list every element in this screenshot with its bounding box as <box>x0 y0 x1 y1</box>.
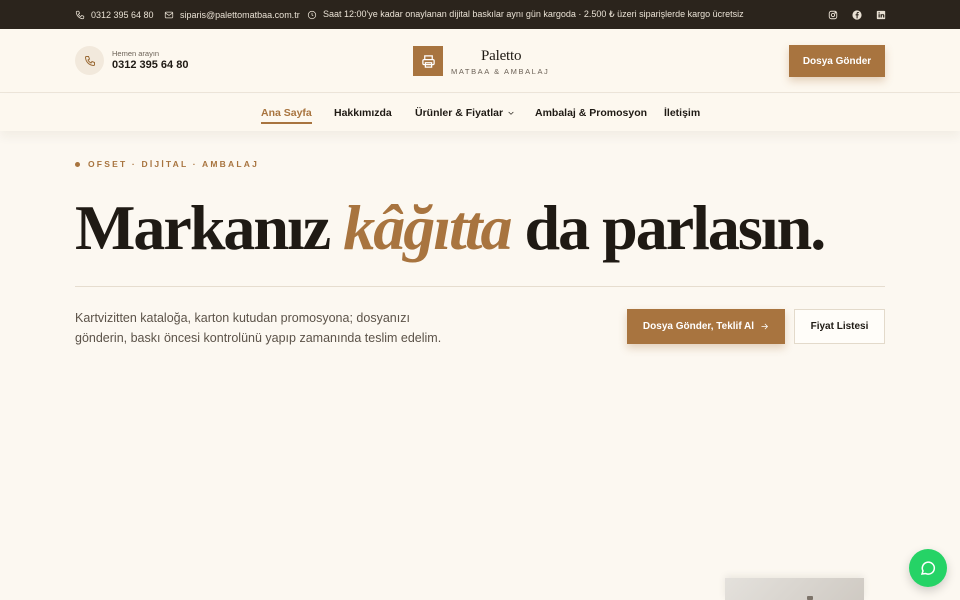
chat-bubble-icon <box>920 561 936 575</box>
main-navigation: Ana Sayfa Hakkımızda Ürünler & Fiyatlar … <box>0 94 960 131</box>
printer-icon <box>421 54 435 68</box>
nav-item-products[interactable]: Ürünler & Fiyatlar <box>415 94 515 131</box>
topbar-email[interactable]: siparis@palettomatbaa.com.tr <box>164 0 300 29</box>
logo-tagline: MATBAA & AMBALAJ <box>451 67 550 76</box>
button-label: Dosya Gönder, Teklif Al <box>642 321 755 332</box>
linkedin-icon[interactable] <box>876 10 886 20</box>
topbar-notice-text: Saat 12:00'ye kadar onaylanan dijital ba… <box>323 9 744 19</box>
top-info-bar: 0312 395 64 80 siparis@palettomatbaa.com… <box>0 0 960 29</box>
headline-part: da parlasın. <box>510 192 827 263</box>
hero-divider <box>75 286 885 287</box>
headline-part: Markanız <box>75 192 344 263</box>
hero-headline: Markanız kâğıtta da parlasın. <box>75 188 827 268</box>
chevron-down-icon <box>508 111 514 115</box>
hero-eyebrow: OFSET · DİJİTAL · AMBALAJ <box>75 159 259 169</box>
topbar-phone-text: 0312 395 64 80 <box>91 9 154 20</box>
image-detail <box>807 596 813 600</box>
call-number[interactable]: 0312 395 64 80 <box>112 59 188 71</box>
whatsapp-chat-button[interactable] <box>909 549 947 587</box>
phone-icon <box>84 55 95 66</box>
nav-item-about[interactable]: Hakkımızda <box>334 94 392 131</box>
price-list-button[interactable]: Fiyat Listesi <box>794 309 885 344</box>
arrow-right-icon <box>761 323 769 330</box>
logo-mark[interactable] <box>413 46 443 76</box>
nav-item-contact[interactable]: İletişim <box>664 94 700 131</box>
logo-name[interactable]: Paletto <box>481 48 521 65</box>
nav-item-label: Ana Sayfa <box>261 106 312 119</box>
send-file-quote-button[interactable]: Dosya Gönder, Teklif Al <box>627 309 785 344</box>
nav-item-label: Hakkımızda <box>334 106 392 119</box>
hero-description: Kartvizitten kataloğa, karton kutudan pr… <box>75 311 442 345</box>
call-label: Hemen arayın <box>112 49 160 58</box>
nav-item-label: İletişim <box>664 106 701 119</box>
topbar-phone[interactable]: 0312 395 64 80 <box>75 0 154 29</box>
topbar-notice: Saat 12:00'ye kadar onaylanan dijital ba… <box>307 0 744 29</box>
phone-icon <box>75 10 85 19</box>
nav-item-label: Ambalaj & Promosyon <box>535 106 648 119</box>
nav-item-packaging[interactable]: Ambalaj & Promosyon <box>535 94 647 131</box>
topbar-email-text: siparis@palettomatbaa.com.tr <box>180 9 300 20</box>
instagram-icon[interactable] <box>828 10 838 20</box>
nav-item-home[interactable]: Ana Sayfa <box>261 94 312 131</box>
hero-eyebrow-text: OFSET · DİJİTAL · AMBALAJ <box>88 159 260 169</box>
bullet-dot <box>75 161 80 167</box>
site-header: Hemen arayın 0312 395 64 80 Paletto MATB… <box>0 29 960 93</box>
send-file-button[interactable]: Dosya Gönder <box>789 45 885 77</box>
headline-accent: kâğıtta <box>343 192 512 263</box>
clock-icon <box>307 10 317 19</box>
nav-item-label: Ürünler & Fiyatlar <box>415 106 504 119</box>
facebook-icon[interactable] <box>852 9 862 20</box>
mail-icon <box>164 11 174 18</box>
header-phone-badge[interactable] <box>75 46 104 75</box>
hero-image <box>725 578 864 600</box>
social-links <box>828 0 886 29</box>
